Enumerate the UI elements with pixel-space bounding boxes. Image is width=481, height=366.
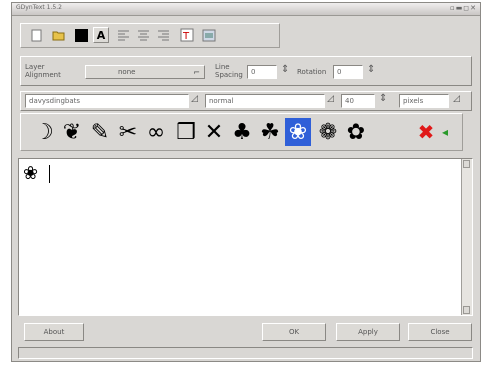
text-content: ❀ bbox=[23, 163, 39, 184]
layer-alignment-select[interactable]: none ⌐ bbox=[85, 65, 205, 79]
window-title: GDynText 1.5.2 bbox=[16, 4, 62, 11]
font-size-input[interactable]: 40 bbox=[341, 94, 375, 108]
dingbat-glyph[interactable]: ❦ bbox=[59, 118, 85, 146]
size-unit-dropdown-icon[interactable]: ◿ bbox=[453, 94, 460, 104]
dingbat-glyph[interactable]: ☘ bbox=[257, 118, 283, 146]
open-icon[interactable] bbox=[51, 27, 67, 43]
dingbat-glyph-selected[interactable]: ❀ bbox=[285, 118, 311, 146]
align-left-icon[interactable] bbox=[115, 27, 131, 43]
size-unit-input[interactable]: pixels bbox=[399, 94, 449, 108]
dingbat-glyph[interactable]: ❁ bbox=[315, 118, 341, 146]
font-style-dropdown-icon[interactable]: ◿ bbox=[327, 94, 334, 104]
dingbat-glyph[interactable]: ✿ bbox=[343, 118, 369, 146]
text-cursor bbox=[49, 165, 50, 183]
title-bar[interactable]: GDynText 1.5.2 ▫▬◻✕ bbox=[12, 3, 480, 16]
line-spacing-label: Line Spacing bbox=[215, 63, 243, 79]
about-button[interactable]: About bbox=[24, 323, 84, 341]
dingbat-glyph[interactable]: ❒ bbox=[173, 118, 199, 146]
window-controls[interactable]: ▫▬◻✕ bbox=[450, 4, 477, 12]
rotation-spin-icon[interactable]: ⇕ bbox=[367, 64, 375, 75]
font-row: davysdingbats ◿ normal ◿ 40 ⇕ pixels ◿ bbox=[20, 91, 472, 111]
text-area[interactable]: ❀ bbox=[18, 158, 473, 316]
line-spacing-spin-icon[interactable]: ⇕ bbox=[281, 64, 289, 75]
close-button[interactable]: Close bbox=[408, 323, 472, 341]
dingbat-strip: ☽ ❦ ✎ ✂ ∞ ❒ ✕ ♣ ☘ ❀ ❁ ✿ ✖ ◂ bbox=[20, 113, 463, 151]
layout-row: Layer Alignment none ⌐ Line Spacing 0 ⇕ … bbox=[20, 56, 472, 86]
font-name-input[interactable]: davysdingbats bbox=[25, 94, 189, 108]
dingbat-glyph[interactable]: ☽ bbox=[31, 118, 57, 146]
text-scrollbar[interactable] bbox=[461, 159, 472, 315]
svg-text:T: T bbox=[182, 31, 190, 42]
dingbat-glyph[interactable]: ✂ bbox=[115, 118, 141, 146]
toolbar: A T bbox=[20, 23, 280, 48]
layer-alignment-label: Layer Alignment bbox=[25, 63, 61, 79]
layer-alignment-value: none bbox=[118, 68, 136, 76]
status-bar bbox=[18, 347, 473, 359]
scroll-up-button[interactable] bbox=[463, 160, 470, 168]
combo-caret-icon: ⌐ bbox=[193, 68, 200, 77]
apply-button[interactable]: Apply bbox=[336, 323, 400, 341]
ok-button[interactable]: OK bbox=[262, 323, 326, 341]
antialias-icon[interactable]: A bbox=[93, 27, 109, 43]
dingbat-glyph[interactable]: ♣ bbox=[229, 118, 255, 146]
rotation-input[interactable]: 0 bbox=[333, 65, 363, 79]
font-name-dropdown-icon[interactable]: ◿ bbox=[191, 94, 198, 104]
scroll-more-icon[interactable]: ◂ bbox=[435, 118, 455, 146]
charmap-icon[interactable] bbox=[201, 27, 217, 43]
font-style-input[interactable]: normal bbox=[205, 94, 325, 108]
dingbat-glyph[interactable]: ✕ bbox=[201, 118, 227, 146]
color-swatch-icon[interactable] bbox=[73, 27, 89, 43]
font-preview-icon[interactable]: T bbox=[179, 27, 195, 43]
scroll-down-button[interactable] bbox=[463, 306, 470, 314]
align-center-icon[interactable] bbox=[135, 27, 151, 43]
dingbat-glyph[interactable]: ∞ bbox=[143, 118, 169, 146]
font-size-spin-icon[interactable]: ⇕ bbox=[379, 93, 387, 104]
line-spacing-input[interactable]: 0 bbox=[247, 65, 277, 79]
align-right-icon[interactable] bbox=[155, 27, 171, 43]
rotation-label: Rotation bbox=[297, 68, 327, 76]
new-icon[interactable] bbox=[29, 27, 45, 43]
dingbat-glyph[interactable]: ✎ bbox=[87, 118, 113, 146]
